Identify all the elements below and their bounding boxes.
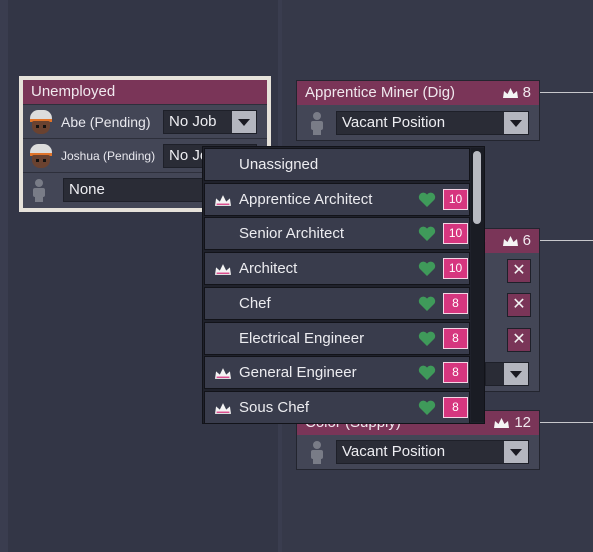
slot-select-supply[interactable]: Vacant Position (336, 440, 529, 464)
job-card-count: 8 (502, 81, 531, 105)
job-card-count: 12 (494, 411, 531, 435)
dropdown-option-label: Electrical Engineer (239, 329, 365, 347)
job-card-count: 6 (502, 229, 531, 253)
slot-select-middle[interactable] (485, 362, 529, 386)
dropdown-option[interactable]: Sous Chef 8 (204, 390, 470, 423)
dropdown-option-label: Unassigned (239, 156, 319, 173)
heart-icon (418, 331, 436, 346)
heart-icon (418, 365, 436, 381)
dropdown-option-label: Apprentice Architect (239, 190, 373, 208)
job-select-value: No Job (169, 113, 217, 130)
affinity-score-badge: 10 (443, 223, 468, 245)
heart-icon (418, 227, 436, 242)
job-card-miner: Apprentice Miner (Dig) 8 Vacant Position (296, 80, 540, 141)
crown-icon (215, 368, 231, 380)
chevron-down-icon[interactable] (232, 111, 256, 133)
heart-icon (418, 400, 436, 415)
dropdown-option[interactable]: Electrical Engineer 8 (204, 321, 470, 355)
close-icon[interactable]: ✕ (507, 293, 531, 317)
heart-icon (418, 296, 436, 311)
affinity-score-badge: 10 (443, 188, 468, 210)
slot-select-miner[interactable]: Vacant Position (336, 111, 529, 135)
dropdown-scrollbar[interactable] (471, 148, 484, 422)
worker-row-abe: Abe (Pending) No Job (23, 104, 267, 138)
dropdown-option-label: Sous Chef (239, 398, 310, 416)
job-card-count-value: 12 (514, 414, 531, 431)
chevron-down-icon[interactable] (504, 441, 528, 463)
affinity-score-badge: 8 (443, 362, 468, 384)
chevron-down-icon[interactable] (504, 112, 528, 134)
worker-name: Joshua (Pending) (61, 148, 156, 163)
affinity-score-badge: 10 (443, 258, 468, 280)
crown-icon (502, 88, 518, 98)
job-card-count-value: 8 (522, 84, 531, 101)
person-silhouette-icon (29, 178, 49, 202)
job-card-title-text: Apprentice Miner (Dig) (305, 84, 456, 101)
unemployed-title: Unemployed (23, 80, 267, 104)
dropdown-option-label: General Engineer (239, 364, 357, 382)
crown-icon (502, 236, 518, 246)
dropdown-option[interactable]: Senior Architect 10 (204, 217, 470, 251)
crown-icon (215, 403, 231, 414)
dropdown-option[interactable]: Architect 10 (204, 252, 470, 286)
dropdown-option[interactable]: Unassigned (204, 148, 470, 181)
connector-line-middle (540, 240, 593, 241)
heart-icon (418, 192, 436, 207)
affinity-score-badge: 8 (443, 292, 468, 314)
dropdown-option-label: Architect (239, 260, 298, 278)
avatar[interactable] (29, 109, 53, 134)
connector-line-supply (540, 422, 593, 423)
crown-icon (215, 264, 231, 275)
chevron-down-icon[interactable] (504, 363, 528, 385)
slot-select-value: Vacant Position (342, 443, 446, 460)
job-card-title: Apprentice Miner (Dig) 8 (297, 81, 539, 105)
dropdown-option[interactable]: Chef 8 (204, 286, 470, 320)
affinity-score-badge: 8 (443, 327, 468, 349)
dropdown-option[interactable]: General Engineer 8 (204, 356, 470, 390)
crown-icon (215, 194, 231, 206)
connector-line-miner (540, 92, 593, 93)
person-silhouette-icon (307, 440, 327, 464)
slot-select-value: None (69, 181, 105, 198)
avatar[interactable] (29, 143, 53, 168)
dropdown-option[interactable]: Apprentice Architect 10 (204, 182, 470, 216)
affinity-score-badge: 8 (443, 396, 468, 418)
job-card-count-value: 6 (522, 232, 531, 249)
dropdown-option-label: Chef (239, 294, 271, 312)
dropdown-option-label: Senior Architect (239, 225, 345, 243)
slot-select-value: Vacant Position (342, 114, 446, 131)
crown-icon (494, 418, 510, 428)
close-icon[interactable]: ✕ (507, 328, 531, 352)
job-dropdown-menu[interactable]: Unassigned Apprentice Architect 10 Senior A… (202, 146, 485, 424)
job-select-abe[interactable]: No Job (163, 110, 257, 134)
scrollbar-thumb[interactable] (473, 151, 481, 224)
close-icon[interactable]: ✕ (507, 259, 531, 283)
person-silhouette-icon (307, 111, 327, 135)
heart-icon (418, 261, 436, 277)
worker-name: Abe (Pending) (61, 113, 151, 130)
